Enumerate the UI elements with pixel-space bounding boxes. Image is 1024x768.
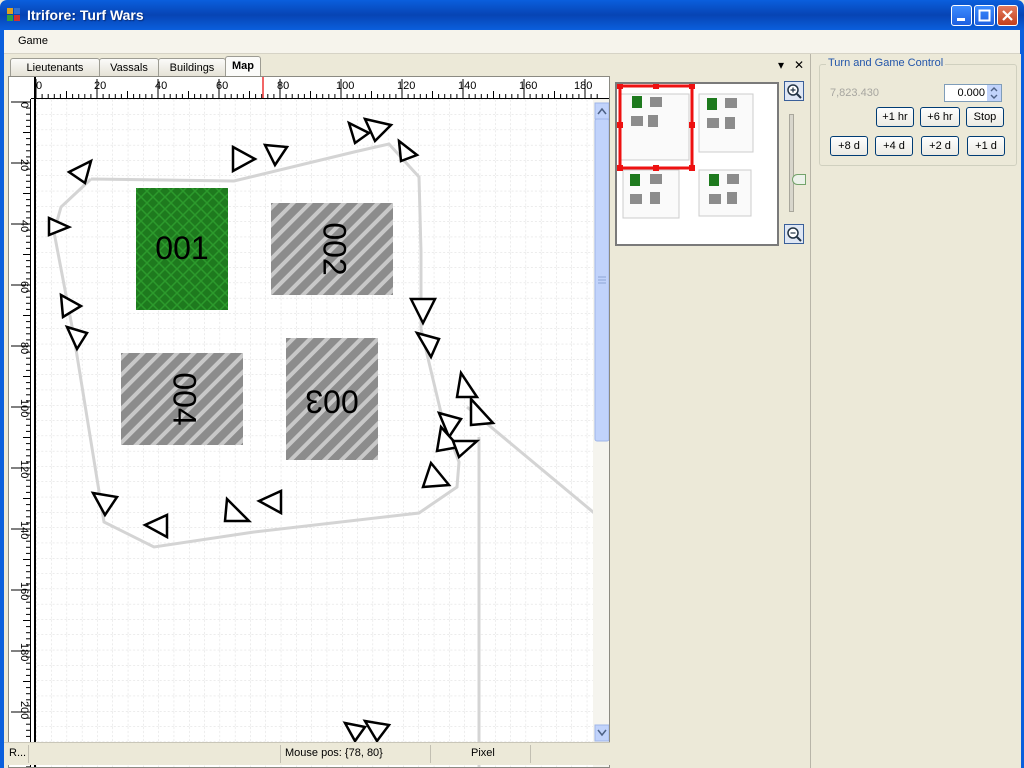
close-button[interactable] xyxy=(997,5,1018,26)
building-002[interactable]: 002 xyxy=(271,203,393,295)
map-overview[interactable] xyxy=(615,82,779,246)
plus-1-day-button[interactable]: +1 d xyxy=(967,136,1005,156)
window-title: Itrifore: Turf Wars xyxy=(27,7,144,23)
ruler-y-label: 100 xyxy=(18,399,30,417)
scroll-up-button[interactable] xyxy=(594,102,609,120)
building-label: 002 xyxy=(317,222,353,275)
zoom-slider-thumb[interactable] xyxy=(792,174,806,185)
ruler-x-label: 80 xyxy=(277,80,289,92)
status-left: R... xyxy=(9,747,27,759)
plus-8-days-button[interactable]: +8 d xyxy=(830,136,868,156)
status-divider xyxy=(530,745,531,763)
time-spinner[interactable]: 0.000 xyxy=(944,84,1002,102)
app-icon xyxy=(7,8,20,21)
menu-bar: Game xyxy=(4,30,1020,54)
overview-canvas xyxy=(617,83,754,219)
building-label: 004 xyxy=(167,372,203,425)
map-viewport[interactable]: 0 20 40 60 80 100 120 140 160 180 0 20 4… xyxy=(8,76,610,768)
ruler-y-label: 200 xyxy=(18,701,30,719)
ruler-x-label: 160 xyxy=(519,80,537,92)
minimize-button[interactable] xyxy=(951,5,972,26)
menu-game[interactable]: Game xyxy=(18,35,48,47)
status-mouse-pos: Mouse pos: {78, 80} xyxy=(285,747,383,759)
ruler-x-label: 60 xyxy=(216,80,228,92)
ruler-x-label: 40 xyxy=(155,80,167,92)
zoom-out-button[interactable] xyxy=(784,224,804,244)
ruler-y-label: 20 xyxy=(18,159,30,171)
tab-map[interactable]: Map xyxy=(225,56,261,76)
building-003[interactable]: 003 xyxy=(286,338,378,460)
zoom-in-icon xyxy=(787,84,802,99)
tab-vassals[interactable]: Vassals xyxy=(99,58,159,76)
tab-strip: Lieutenants Vassals Buildings Map ▾ ✕ xyxy=(4,54,804,76)
ruler-y-label: 160 xyxy=(18,582,30,600)
zoom-slider-track[interactable] xyxy=(789,114,794,212)
ruler-y-label: 80 xyxy=(18,342,30,354)
status-divider xyxy=(430,745,431,763)
ruler-y-label: 120 xyxy=(18,460,30,478)
ruler-x-label: 100 xyxy=(336,80,354,92)
ruler-y-label: 140 xyxy=(18,521,30,539)
tab-buildings[interactable]: Buildings xyxy=(158,58,226,76)
ruler-x-label: 20 xyxy=(94,80,106,92)
game-date-label: 7,823.430 xyxy=(830,87,879,99)
turn-control-title: Turn and Game Control xyxy=(826,57,946,69)
time-spinner-value: 0.000 xyxy=(957,87,985,99)
building-004[interactable]: 004 xyxy=(121,353,243,445)
status-bar: R... Mouse pos: {78, 80} Pixel xyxy=(4,742,610,765)
plus-6-hour-button[interactable]: +6 hr xyxy=(920,107,960,127)
ruler-y-label: 180 xyxy=(18,643,30,661)
ruler-x-label: 180 xyxy=(574,80,592,92)
ruler-x-label: 0 xyxy=(36,80,42,92)
status-unit: Pixel xyxy=(471,747,495,759)
spinner-arrows-icon xyxy=(990,87,998,99)
status-divider xyxy=(280,745,281,763)
plus-2-days-button[interactable]: +2 d xyxy=(921,136,959,156)
tab-dropdown-icon[interactable]: ▾ xyxy=(778,58,784,72)
plus-4-days-button[interactable]: +4 d xyxy=(875,136,913,156)
title-bar[interactable]: Itrifore: Turf Wars xyxy=(0,0,1024,30)
minimize-icon xyxy=(957,18,965,21)
side-panel: Turn and Game Control 7,823.430 0.000 +1… xyxy=(810,54,1021,768)
ruler-y-label: 0 xyxy=(18,102,30,108)
ruler-x-label: 120 xyxy=(397,80,415,92)
zoom-out-icon xyxy=(787,227,802,242)
ruler-y-label: 60 xyxy=(18,281,30,293)
stop-button[interactable]: Stop xyxy=(966,107,1004,127)
spinner-arrows[interactable] xyxy=(987,85,1001,101)
maximize-icon xyxy=(978,9,991,22)
turn-control-group: Turn and Game Control 7,823.430 0.000 +1… xyxy=(819,57,1017,166)
building-label: 001 xyxy=(155,230,208,266)
ruler-left xyxy=(9,77,31,767)
tab-close-icon[interactable]: ✕ xyxy=(794,58,804,72)
scroll-down-button[interactable] xyxy=(594,724,609,742)
building-001[interactable]: 001 xyxy=(136,188,228,310)
tab-lieutenants[interactable]: Lieutenants xyxy=(10,58,100,76)
zoom-in-button[interactable] xyxy=(784,81,804,101)
map-canvas[interactable]: 0 20 40 60 80 100 120 140 160 180 0 20 4… xyxy=(9,77,610,768)
plus-1-hour-button[interactable]: +1 hr xyxy=(876,107,914,127)
main-area: Lieutenants Vassals Buildings Map ▾ ✕ 0 … xyxy=(4,54,1021,768)
status-divider xyxy=(28,745,29,763)
building-label: 003 xyxy=(305,384,358,420)
maximize-button[interactable] xyxy=(974,5,995,26)
ruler-y-label: 40 xyxy=(18,220,30,232)
close-icon xyxy=(1002,10,1013,21)
ruler-x-label: 140 xyxy=(458,80,476,92)
